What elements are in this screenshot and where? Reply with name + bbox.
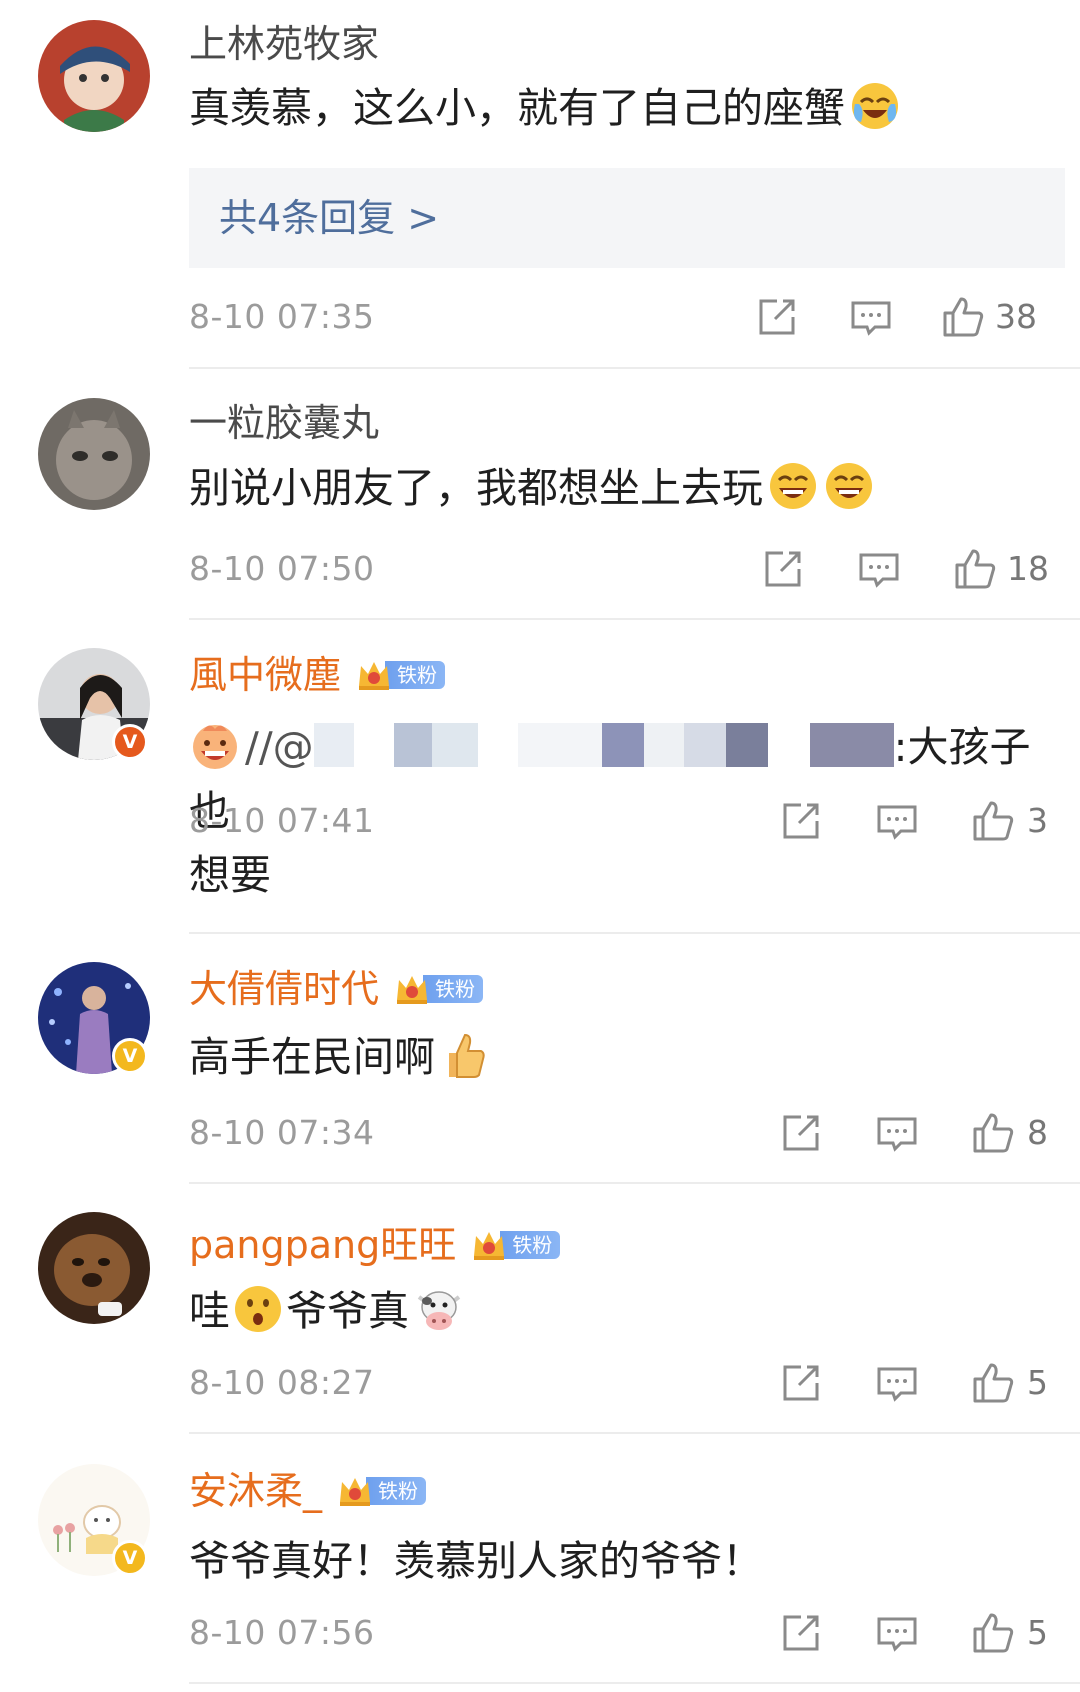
share-icon[interactable] [779,1361,823,1405]
comment-text: 爷爷真好！羡慕别人家的爷爷！ [189,1537,763,1585]
grinning-face-emoji [189,719,241,771]
laugh-emoji [823,460,875,512]
divider [189,1182,1080,1184]
comment-meta: 8-10 08:27 5 [189,1358,1059,1408]
avatar[interactable] [38,20,150,132]
like-count: 5 [1027,1363,1048,1402]
comment-meta: 8-10 07:41 3 [189,796,1059,846]
like-icon[interactable] [971,1611,1015,1655]
comment-time: 8-10 08:27 [189,1363,375,1402]
comment-time: 8-10 07:56 [189,1613,375,1652]
username[interactable]: 風中微塵 铁粉 [189,648,446,702]
comment-time: 8-10 07:34 [189,1113,375,1152]
comment-text: 别说小朋友了，我都想坐上去玩 [189,456,1059,520]
username[interactable]: 上林苑牧家 [189,17,379,71]
like-icon[interactable] [971,1361,1015,1405]
divider [189,618,1080,620]
crown-icon [355,656,393,694]
obscured-mention [313,723,894,767]
comment-time: 8-10 07:41 [189,801,375,840]
laugh-emoji [767,460,819,512]
crown-icon [470,1226,508,1264]
like-count: 8 [1027,1113,1048,1152]
divider [189,367,1080,369]
like-icon[interactable] [971,1111,1015,1155]
like-icon[interactable] [971,799,1015,843]
like-count: 5 [1027,1613,1048,1652]
comment-meta: 8-10 07:34 8 [189,1108,1059,1158]
avatar[interactable] [38,1212,150,1324]
comment-icon[interactable] [875,1361,919,1405]
crown-icon [336,1472,374,1510]
fan-badge: 铁粉 [355,656,446,694]
verified-badge: V [112,724,148,760]
verified-badge: V [112,1540,148,1576]
comment-meta: 8-10 07:56 5 [189,1608,1059,1658]
share-icon[interactable] [755,295,799,339]
comment-icon[interactable] [857,547,901,591]
username[interactable]: 安沐柔_ 铁粉 [189,1464,427,1518]
comment-icon[interactable] [849,295,893,339]
comment-time: 8-10 07:50 [189,549,375,588]
fan-badge: 铁粉 [393,970,484,1008]
like-count: 3 [1027,801,1048,840]
fan-badge: 铁粉 [336,1472,427,1510]
fan-badge: 铁粉 [470,1226,561,1264]
divider [189,932,1080,934]
share-icon[interactable] [779,799,823,843]
cow-emoji [413,1283,465,1335]
comment-text: 真羡慕，这么小，就有了自己的座蟹 [189,76,1059,140]
comment-icon[interactable] [875,799,919,843]
username[interactable]: 一粒胶囊丸 [189,396,379,450]
surprised-emoji [232,1283,284,1335]
divider [189,1682,1080,1684]
divider [189,1432,1080,1434]
comment-icon[interactable] [875,1611,919,1655]
comment-meta: 8-10 07:35 38 [189,292,1059,342]
avatar[interactable] [38,398,150,510]
share-icon[interactable] [779,1111,823,1155]
view-replies-link[interactable]: 共4条回复 > [189,168,1065,268]
comment-time: 8-10 07:35 [189,297,375,336]
comment-text: 哇爷爷真 [189,1279,1059,1343]
share-icon[interactable] [761,547,805,591]
like-count: 18 [1007,549,1049,588]
username[interactable]: 大倩倩时代 铁粉 [189,962,484,1016]
comment-icon[interactable] [875,1111,919,1155]
comment-meta [189,1046,1059,1096]
crying-laugh-emoji [849,80,901,132]
like-icon[interactable] [941,295,985,339]
comment-meta: 8-10 07:50 18 [189,544,1059,594]
like-count: 38 [995,297,1037,336]
verified-badge: V [112,1038,148,1074]
share-icon[interactable] [779,1611,823,1655]
like-icon[interactable] [953,547,997,591]
username[interactable]: pangpang旺旺 铁粉 [189,1218,561,1272]
crown-icon [393,970,431,1008]
